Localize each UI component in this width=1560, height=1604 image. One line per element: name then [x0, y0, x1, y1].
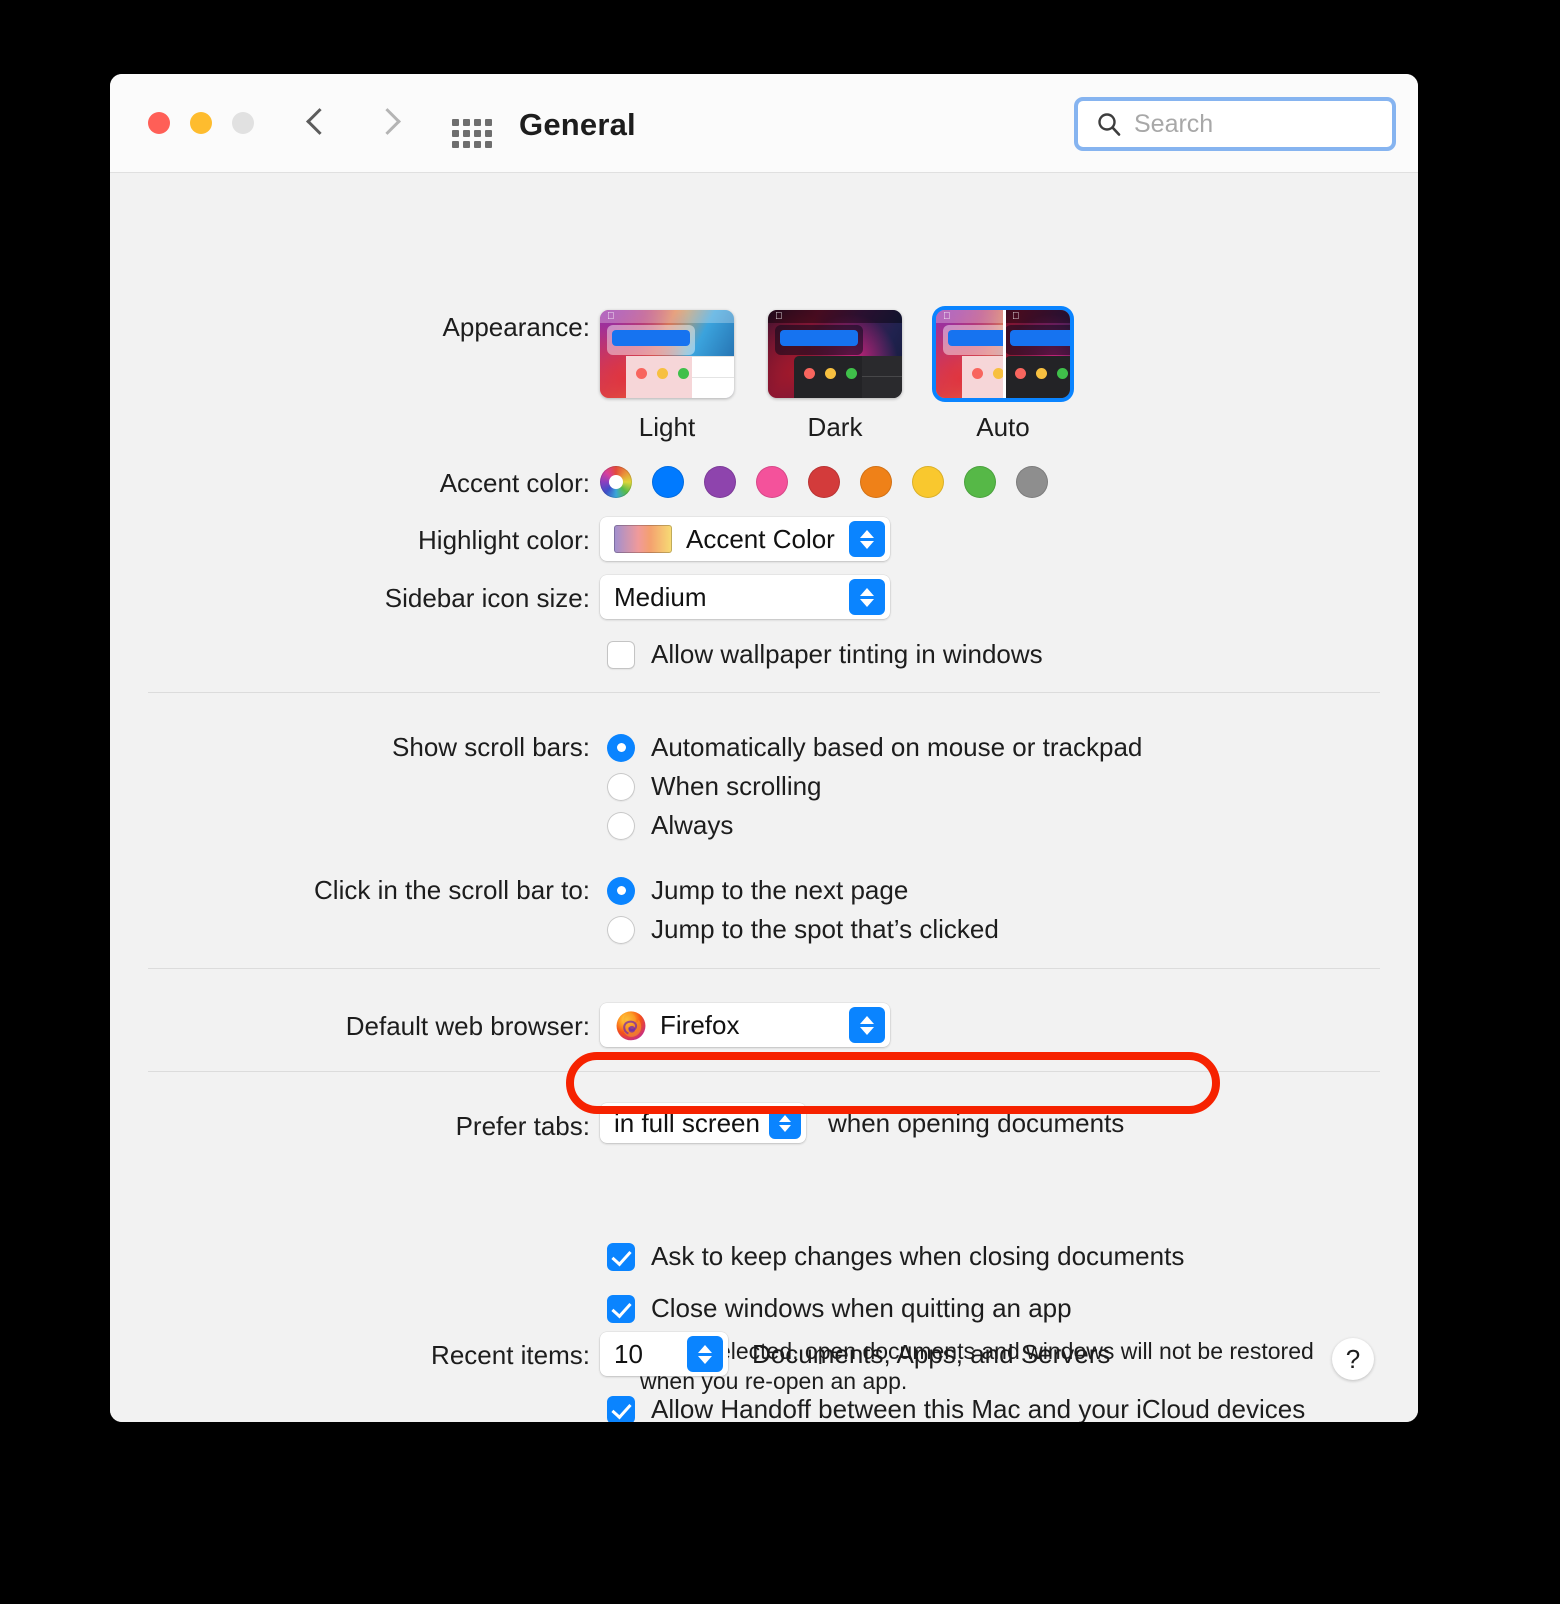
help-button[interactable]: ? — [1332, 1338, 1374, 1380]
back-chevron-icon[interactable] — [300, 106, 334, 140]
accent-swatch-orange[interactable] — [860, 466, 892, 498]
appearance-label: Appearance: — [442, 312, 590, 342]
default-browser-stepper-icon[interactable] — [849, 1007, 885, 1043]
highlight-color-label: Highlight color: — [418, 525, 590, 555]
light-appearance-thumbnail:  — [600, 310, 734, 398]
firefox-icon — [616, 1011, 646, 1041]
handoff-row[interactable]: Allow Handoff between this Mac and your … — [607, 1394, 1305, 1422]
screen: General Appearance:  — [0, 0, 1560, 1604]
scroll-bars-option-auto[interactable]: Automatically based on mouse or trackpad — [607, 732, 1142, 763]
close-windows-label: Close windows when quitting an app — [651, 1293, 1072, 1323]
system-preferences-window: General Appearance:  — [110, 74, 1418, 1422]
prefer-tabs-suffix: when opening documents — [827, 1107, 1125, 1138]
scroll-bar-click-label-spot-clicked: Jump to the spot that’s clicked — [651, 914, 999, 944]
wallpaper-tinting-label: Allow wallpaper tinting in windows — [651, 639, 1043, 669]
help-button-label: ? — [1345, 1343, 1361, 1374]
close-windows-row[interactable]: Close windows when quitting an app — [607, 1293, 1072, 1324]
scroll-bars-option-when-scrolling[interactable]: When scrolling — [607, 771, 822, 802]
recent-items-label: Recent items: — [431, 1340, 590, 1370]
appearance-label-auto: Auto — [976, 412, 1030, 442]
appearance-option-light[interactable]:  Light — [600, 310, 734, 443]
scroll-bar-click-option-spot-clicked[interactable]: Jump to the spot that’s clicked — [607, 914, 999, 945]
section-divider-2 — [148, 968, 1380, 969]
accent-swatch-green[interactable] — [964, 466, 996, 498]
search-field[interactable] — [1074, 97, 1396, 151]
sidebar-icon-size-select[interactable]: Medium — [600, 575, 890, 619]
sidebar-icon-size-stepper-icon[interactable] — [849, 579, 885, 615]
highlight-color-value: Accent Color — [686, 523, 835, 554]
scroll-bars-radio-always[interactable] — [607, 811, 635, 840]
scroll-bars-radio-when-scrolling[interactable] — [607, 772, 635, 801]
default-browser-value: Firefox — [660, 1009, 740, 1040]
recent-items-stepper[interactable]: 10 — [600, 1332, 728, 1376]
minimize-button[interactable] — [190, 112, 212, 134]
scroll-bar-click-option-next-page[interactable]: Jump to the next page — [607, 875, 908, 906]
page-title: General — [519, 107, 636, 142]
ask-to-keep-changes-checkbox[interactable] — [607, 1242, 635, 1271]
accent-color-swatches — [600, 466, 1048, 498]
accent-color-label: Accent color: — [439, 468, 590, 498]
recent-items-suffix: Documents, Apps, and Servers — [752, 1338, 1111, 1369]
forward-chevron-icon[interactable] — [372, 106, 406, 140]
ask-to-keep-changes-label: Ask to keep changes when closing documen… — [651, 1241, 1185, 1271]
accent-swatch-red[interactable] — [808, 466, 840, 498]
window-titlebar: General — [110, 74, 1418, 173]
zoom-button[interactable] — [232, 112, 254, 134]
recent-items-value: 10 — [614, 1338, 643, 1369]
handoff-checkbox[interactable] — [607, 1395, 635, 1422]
highlight-color-select[interactable]: Accent Color — [600, 517, 890, 561]
scroll-bars-radio-auto[interactable] — [607, 733, 635, 762]
scroll-bars-label-when-scrolling: When scrolling — [651, 771, 822, 801]
close-windows-checkbox[interactable] — [607, 1294, 635, 1323]
search-icon — [1098, 113, 1121, 136]
section-divider-1 — [148, 692, 1380, 693]
accent-swatch-graphite[interactable] — [1016, 466, 1048, 498]
default-web-browser-label: Default web browser: — [345, 1011, 590, 1041]
dark-appearance-thumbnail:  — [768, 310, 902, 398]
handoff-label: Allow Handoff between this Mac and your … — [651, 1394, 1306, 1422]
prefer-tabs-label: Prefer tabs: — [455, 1111, 590, 1141]
prefer-tabs-select[interactable]: in full screen — [600, 1103, 806, 1143]
scroll-bar-click-radio-next-page[interactable] — [607, 876, 635, 905]
auto-appearance-thumbnail:   — [936, 310, 1070, 398]
accent-gradient-swatch — [614, 525, 672, 553]
scroll-bar-click-radio-spot-clicked[interactable] — [607, 915, 635, 944]
highlight-color-stepper-icon[interactable] — [849, 521, 885, 557]
prefer-tabs-value: in full screen — [614, 1107, 760, 1138]
recent-items-stepper-icon[interactable] — [687, 1336, 723, 1372]
close-button[interactable] — [148, 112, 170, 134]
accent-swatch-yellow[interactable] — [912, 466, 944, 498]
preferences-content: Appearance:  Light — [110, 173, 1418, 1422]
appearance-option-auto[interactable]:   — [936, 310, 1070, 443]
scroll-bar-click-label-next-page: Jump to the next page — [651, 875, 909, 905]
prefer-tabs-stepper-icon[interactable] — [768, 1107, 801, 1139]
appearance-options:  Light  — [600, 310, 1070, 443]
search-input[interactable] — [1134, 109, 1380, 139]
show-all-grid-icon[interactable] — [452, 119, 492, 148]
show-scroll-bars-label: Show scroll bars: — [392, 732, 590, 762]
navigation-buttons — [300, 106, 406, 140]
appearance-label-light: Light — [638, 412, 696, 442]
sidebar-icon-size-value: Medium — [614, 581, 707, 612]
scroll-bars-option-always[interactable]: Always — [607, 810, 733, 841]
scroll-bar-click-label: Click in the scroll bar to: — [314, 875, 590, 905]
accent-swatch-purple[interactable] — [704, 466, 736, 498]
accent-swatch-multicolor[interactable] — [600, 466, 632, 498]
traffic-light-controls — [148, 112, 254, 134]
sidebar-icon-size-label: Sidebar icon size: — [384, 583, 590, 613]
accent-swatch-pink[interactable] — [756, 466, 788, 498]
wallpaper-tinting-checkbox[interactable] — [607, 640, 635, 669]
scroll-bars-label-always: Always — [651, 810, 734, 840]
appearance-label-dark: Dark — [807, 412, 863, 442]
wallpaper-tinting-row[interactable]: Allow wallpaper tinting in windows — [607, 639, 1043, 670]
ask-to-keep-changes-row[interactable]: Ask to keep changes when closing documen… — [607, 1241, 1184, 1272]
default-browser-select[interactable]: Firefox — [600, 1003, 890, 1047]
scroll-bars-label-auto: Automatically based on mouse or trackpad — [651, 732, 1143, 762]
section-divider-3 — [148, 1071, 1380, 1072]
accent-swatch-blue[interactable] — [652, 466, 684, 498]
appearance-option-dark[interactable]:  Dark — [768, 310, 902, 443]
